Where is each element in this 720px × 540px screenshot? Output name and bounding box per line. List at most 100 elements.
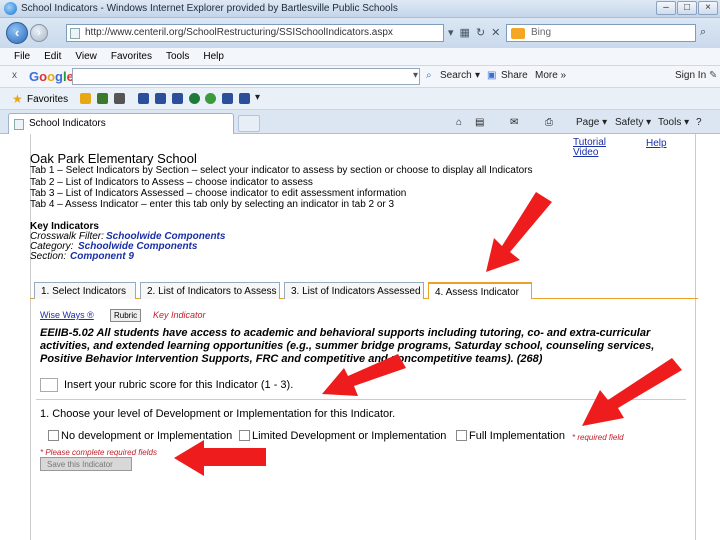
instruction-line: Tab 2 – List of Indicators to Assess – c… [30, 177, 313, 188]
section-value: Component 9 [70, 251, 134, 262]
maximize-button[interactable]: □ [677, 1, 697, 15]
google-dropdown-icon[interactable]: ▾ [413, 70, 418, 81]
browser-tab-bar: School Indicators ⌂ ▤ ✉ ⎙ Page ▾ Safety … [0, 110, 720, 134]
instruction-line: Tab 4 – Assess Indicator – enter this ta… [30, 199, 395, 210]
tab-select-indicators[interactable]: 1. Select Indicators [34, 282, 136, 299]
share-icon: ▣ [487, 70, 497, 81]
page-icon [14, 119, 24, 130]
window-titlebar: School Indicators - Windows Internet Exp… [0, 0, 720, 18]
favorite-globe-icon[interactable] [189, 93, 200, 104]
share-button[interactable]: Share [501, 70, 528, 81]
tab-list-to-assess[interactable]: 2. List of Indicators to Assess [140, 282, 280, 299]
help-icon[interactable]: ? [696, 117, 702, 128]
menu-help[interactable]: Help [203, 51, 224, 65]
browser-tab[interactable]: School Indicators [8, 113, 234, 134]
forward-button[interactable]: › [30, 24, 48, 42]
level-prompt: 1. Choose your level of Development or I… [40, 408, 396, 420]
option-label: Limited Development or Implementation [252, 430, 447, 442]
minimize-button[interactable]: – [656, 1, 676, 15]
tutorial-video-link[interactable]: Tutorial Video [573, 138, 613, 158]
window-controls: – □ × [656, 1, 718, 15]
home-icon[interactable]: ⌂ [456, 117, 462, 128]
favorite-m-icon[interactable] [172, 93, 183, 104]
address-toolbar: ‹ › http://www.centeril.org/SchoolRestru… [0, 18, 720, 48]
ie-logo-icon [4, 2, 17, 15]
more-button[interactable]: More » [535, 70, 566, 81]
address-dropdown-icon[interactable]: ▾ [448, 26, 454, 39]
google-logo-icon: Google [29, 69, 74, 84]
search-placeholder: Bing [531, 27, 552, 38]
sign-in-button[interactable]: Sign In [675, 70, 706, 81]
favorites-star-icon[interactable]: ★ [12, 92, 23, 106]
wrench-icon[interactable]: ✎ [709, 70, 717, 81]
favorite-m-icon[interactable] [138, 93, 149, 104]
annotation-arrow-icon [174, 440, 266, 476]
safety-menu[interactable]: Safety ▾ [615, 117, 651, 128]
close-window-button[interactable]: × [698, 1, 718, 15]
favorite-circle-icon[interactable] [205, 93, 216, 104]
google-search-dropdown-icon[interactable]: ▾ [475, 70, 480, 81]
google-search-button[interactable]: Search [440, 70, 472, 81]
google-search-input[interactable] [72, 68, 420, 85]
menu-view[interactable]: View [75, 51, 97, 65]
option-checkbox[interactable] [48, 430, 59, 441]
tab-assess-indicator[interactable]: 4. Assess Indicator [428, 282, 532, 299]
google-toolbar: x Google ▾ ⌕ Search ▾ ▣ Share More » Sig… [0, 66, 720, 88]
google-toolbar-close[interactable]: x [12, 70, 17, 81]
favorite-m-icon[interactable] [155, 93, 166, 104]
favorites-bar: ★ Favorites ▾ [0, 88, 720, 110]
menu-tools[interactable]: Tools [166, 51, 189, 65]
instruction-line: Tab 3 – List of Indicators Assessed – ch… [30, 188, 407, 199]
refresh-icon[interactable]: ↻ [476, 26, 485, 39]
favorite-m-icon[interactable] [222, 93, 233, 104]
page-content: Tutorial Video Help Oak Park Elementary … [0, 134, 720, 540]
menu-favorites[interactable]: Favorites [111, 51, 152, 65]
page-icon [70, 28, 80, 39]
bing-icon [511, 28, 525, 39]
annotation-arrow-icon [486, 192, 552, 272]
print-icon[interactable]: ⎙ [545, 117, 553, 128]
page-menu[interactable]: Page ▾ [576, 117, 607, 128]
address-tools: ▾ ▦ ↻ ✕ [448, 26, 500, 39]
save-indicator-button[interactable]: Save this Indicator [40, 457, 132, 471]
menu-file[interactable]: File [14, 51, 30, 65]
url-text: http://www.centeril.org/SchoolRestructur… [85, 27, 393, 38]
feeds-icon[interactable]: ▤ [475, 117, 484, 128]
favorite-m-icon[interactable] [239, 93, 250, 104]
back-button[interactable]: ‹ [6, 22, 28, 44]
tools-menu[interactable]: Tools ▾ [658, 117, 689, 128]
rubric-prompt: Insert your rubric score for this Indica… [64, 379, 294, 391]
new-tab-button[interactable] [238, 115, 260, 132]
browser-tab-title: School Indicators [29, 118, 106, 129]
add-favorite-icon[interactable] [80, 93, 91, 104]
window-title: School Indicators - Windows Internet Exp… [21, 3, 398, 14]
section-label: Section: [30, 251, 67, 262]
key-indicator-label: Key Indicator [153, 310, 206, 320]
favorites-more-icon[interactable]: ▾ [255, 92, 260, 103]
required-field-note: * required field [572, 433, 624, 442]
search-input[interactable]: Bing [506, 24, 696, 42]
school-name: Oak Park Elementary School [30, 151, 197, 166]
tab-list-assessed[interactable]: 3. List of Indicators Assessed [284, 282, 424, 299]
annotation-arrow-icon [582, 358, 682, 426]
option-label: Full Implementation [469, 430, 565, 442]
compat-view-icon[interactable]: ▦ [460, 26, 470, 39]
address-input[interactable]: http://www.centeril.org/SchoolRestructur… [66, 24, 444, 42]
help-link[interactable]: Help [646, 138, 667, 149]
google-search-icon: ⌕ [426, 70, 432, 81]
menu-bar: File Edit View Favorites Tools Help [0, 48, 720, 66]
read-mail-icon[interactable]: ✉ [510, 117, 518, 128]
rubric-button[interactable]: Rubric [110, 309, 142, 322]
wise-ways-link[interactable]: Wise Ways ® [40, 310, 94, 320]
favorite-site-icon[interactable] [114, 93, 125, 104]
indicator-tabs: 1. Select Indicators 2. List of Indicato… [30, 282, 698, 299]
rubric-score-input[interactable] [40, 378, 58, 392]
stop-icon[interactable]: ✕ [491, 26, 500, 39]
annotation-arrow-icon [322, 354, 406, 396]
search-go-icon[interactable]: ⌕ [700, 26, 706, 39]
option-checkbox[interactable] [456, 430, 467, 441]
instruction-line: Tab 1 – Select Indicators by Section – s… [30, 165, 533, 176]
menu-edit[interactable]: Edit [44, 51, 61, 65]
favorites-button[interactable]: Favorites [27, 94, 68, 105]
suggested-sites-icon[interactable] [97, 93, 108, 104]
